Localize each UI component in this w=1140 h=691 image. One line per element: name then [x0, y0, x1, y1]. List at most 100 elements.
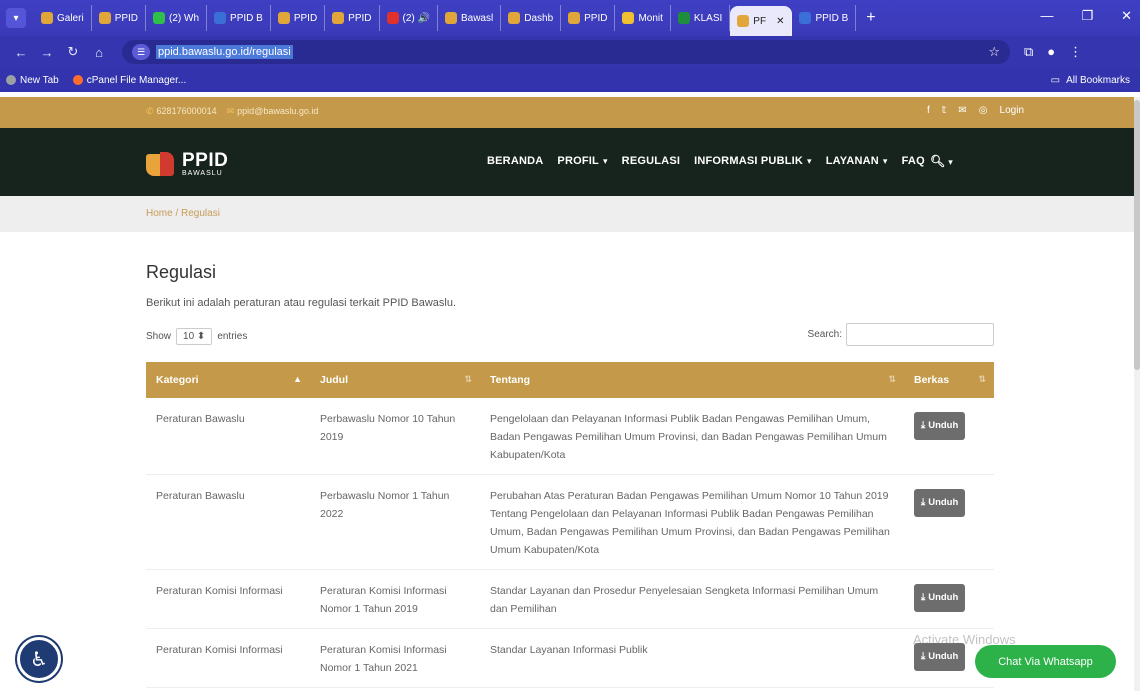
browser-tab[interactable]: Monit — [615, 5, 671, 31]
table-row: Peraturan Bawaslu Perbawaslu Nomor 10 Tah… — [146, 398, 994, 475]
download-button[interactable]: ⤓ Unduh — [914, 584, 966, 612]
back-icon[interactable]: ← — [10, 45, 32, 60]
menu-item[interactable]: BERANDA — [487, 155, 543, 167]
maximize-icon[interactable]: ❐ — [1081, 8, 1093, 24]
cell-judul: Perbawaslu Nomor 10 Tahun 2019 — [310, 398, 480, 475]
breadcrumb[interactable]: Home / Regulasi — [146, 208, 220, 219]
bookmark-cpanel[interactable]: cPanel File Manager... — [72, 75, 186, 86]
browser-menu-icon[interactable]: ⋮ — [1069, 44, 1082, 60]
chevron-down-icon: ▾ — [807, 156, 812, 166]
cell-tentang: Perubahan Atas Peraturan Badan Pengawas … — [480, 474, 904, 570]
show-label: Show — [146, 331, 172, 342]
header-judul[interactable]: Judul ⇅ — [310, 362, 480, 398]
menu-item[interactable]: REGULASI — [622, 155, 680, 167]
forward-icon[interactable]: → — [36, 45, 58, 60]
phone-contact[interactable]: ✆ 628176000014 — [146, 106, 217, 117]
search-input[interactable] — [846, 323, 994, 346]
browser-tab[interactable]: Galeri — [34, 5, 92, 31]
entries-label: entries — [217, 331, 248, 342]
close-window-icon[interactable]: ✕ — [1121, 8, 1132, 24]
browser-tab[interactable]: PPID B — [792, 5, 857, 31]
bookmark-star-icon[interactable]: ☆ — [988, 44, 1000, 60]
menu-item[interactable]: LAYANAN ▾ — [826, 155, 888, 167]
whatsapp-chat-button[interactable]: Chat Via Whatsapp — [975, 645, 1116, 678]
browser-tab[interactable]: (2) 🔊 — [380, 5, 438, 31]
browser-tab[interactable]: PPID — [561, 5, 616, 31]
window-controls: — ❐ ✕ — [1040, 8, 1132, 24]
download-button[interactable]: ⤓ Unduh — [914, 643, 966, 671]
url-text[interactable]: ppid.bawaslu.go.id/regulasi — [156, 45, 293, 59]
header-kategori[interactable]: Kategori ▲ — [146, 362, 310, 398]
tab-title: Monit — [638, 12, 663, 24]
bookmark-new-tab[interactable]: New Tab — [6, 75, 59, 86]
close-tab-icon[interactable]: ✕ — [776, 16, 784, 27]
facebook-icon[interactable]: f — [927, 105, 930, 116]
entries-select[interactable]: 10 ⬍ — [176, 328, 213, 345]
tab-favicon-icon — [332, 12, 345, 24]
reload-icon[interactable]: ↻ — [62, 44, 84, 60]
social-links: f 𝕥 ✉ ◎ Login — [927, 105, 1024, 116]
accessibility-icon: ♿︎ — [30, 648, 48, 671]
mail-link-icon[interactable]: ✉ — [958, 105, 966, 116]
tab-favicon-icon — [153, 12, 166, 24]
menu-item-label: BERANDA — [487, 155, 544, 167]
logo-title: PPID — [182, 149, 229, 171]
browser-tab[interactable]: Dashb — [501, 5, 562, 31]
sort-asc-icon: ▲ — [293, 374, 302, 384]
twitter-icon[interactable]: 𝕥 — [942, 105, 947, 116]
menu-item-label: REGULASI — [621, 155, 681, 167]
login-link[interactable]: Login — [1000, 105, 1024, 116]
browser-tab-strip: ▾ Galeri PPID (2) Wh PPID B PPID PPID (2) 🔊 Baw… — [0, 0, 1140, 36]
browser-tab[interactable]: PPID — [92, 5, 147, 31]
browser-tab[interactable]: PF ✕ — [730, 6, 793, 36]
download-button[interactable]: ⤓ Unduh — [914, 412, 966, 440]
cpanel-icon — [72, 75, 83, 85]
tab-title: Bawasl — [460, 12, 494, 24]
bookmark-label: New Tab — [20, 74, 59, 86]
site-info-icon[interactable]: ☰ — [132, 44, 150, 60]
header-tentang[interactable]: Tentang ⇅ — [480, 362, 904, 398]
download-label: Unduh — [928, 420, 959, 431]
menu-item[interactable]: INFORMASI PUBLIK ▾ — [694, 155, 812, 167]
chevron-down-icon: ▾ — [602, 156, 608, 166]
chevron-down-icon: ▾ — [882, 156, 888, 166]
tab-search-icon[interactable]: ▾ — [6, 8, 26, 28]
tab-favicon-icon — [799, 12, 812, 24]
cell-berkas: ⤓ Unduh — [904, 398, 994, 475]
browser-tab[interactable]: (2) Wh — [146, 5, 208, 31]
cell-berkas: ⤓ Unduh — [904, 474, 994, 570]
search-menu[interactable]: 🔍︎ ▾ — [930, 154, 953, 168]
scrollbar-thumb[interactable] — [1134, 100, 1140, 370]
tab-title: PF — [753, 15, 767, 27]
chevron-down-icon: ▾ — [948, 157, 953, 167]
instagram-icon[interactable]: ◎ — [979, 105, 988, 116]
site-logo[interactable]: PPID BAWASLU — [146, 150, 228, 178]
menu-item[interactable]: PROFIL ▾ — [557, 155, 607, 167]
all-bookmarks[interactable]: ▭ All Bookmarks — [1051, 75, 1130, 86]
browser-tab[interactable]: Bawasl — [438, 5, 502, 31]
email-contact[interactable]: ✉ ppid@bawaslu.go.id — [227, 106, 319, 117]
profile-icon[interactable]: ● — [1047, 44, 1055, 60]
header-berkas[interactable]: Berkas ⇅ — [904, 362, 994, 398]
browser-tab[interactable]: PPID B — [207, 5, 271, 31]
header-label: Judul — [320, 374, 348, 386]
sort-icon: ⇅ — [464, 374, 472, 384]
browser-tab[interactable]: KLASI — [671, 5, 731, 31]
browser-tab[interactable]: PPID — [271, 5, 326, 31]
download-button[interactable]: ⤓ Unduh — [914, 489, 966, 517]
browser-tab[interactable]: PPID — [325, 5, 380, 31]
download-label: Unduh — [928, 651, 959, 662]
home-icon[interactable]: ⌂ — [88, 45, 110, 60]
address-bar[interactable]: ☰ ppid.bawaslu.go.id/regulasi ☆ — [122, 40, 1010, 64]
minimize-icon[interactable]: — — [1040, 8, 1053, 24]
menu-item[interactable]: FAQ — [902, 155, 925, 167]
search-label: Search: — [807, 329, 842, 340]
main-menu: BERANDA PROFIL ▾ REGULASI INFORMASI PUBLIK ▾ L… — [487, 155, 925, 167]
extensions-icon[interactable]: ⧉ — [1024, 44, 1033, 60]
new-tab-button[interactable]: + — [866, 9, 875, 27]
tab-title: (2) Wh — [169, 12, 200, 24]
page-title: Regulasi — [146, 262, 217, 282]
cell-judul: Peraturan Komisi Informasi Nomor 1 Tahun… — [310, 569, 480, 629]
accessibility-button[interactable]: ♿︎ — [17, 637, 61, 681]
tab-title: PPID — [348, 12, 372, 24]
